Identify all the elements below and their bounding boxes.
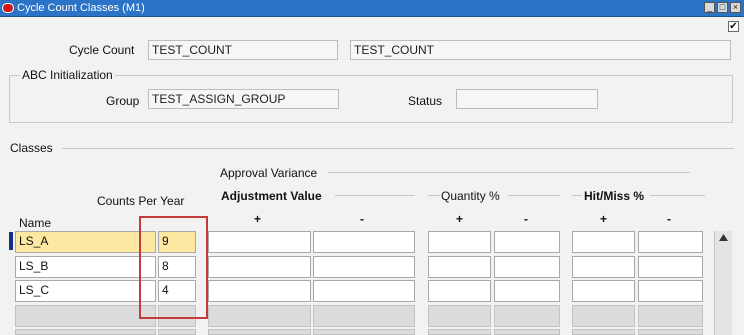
class-name-cell[interactable]: LS_A [15,231,156,253]
oracle-app-icon [2,3,14,13]
class-name-cell[interactable] [15,305,156,327]
current-record-indicator [9,232,13,250]
class-name-cell[interactable] [15,329,156,335]
counts-per-year-cell[interactable] [158,329,196,335]
quantity-pct-label: Quantity % [441,189,500,203]
adjustment-minus-cell[interactable] [313,256,415,278]
hitmiss-plus-cell[interactable] [572,280,635,302]
classes-section-label: Classes [10,141,53,155]
hitmiss-plus-cell[interactable] [572,256,635,278]
hitmiss-minus-cell[interactable] [638,305,703,327]
hitmiss-plus-cell[interactable] [572,231,635,253]
vertical-scrollbar[interactable] [714,231,732,335]
adjustment-value-divider [335,195,415,196]
quantity-plus-label: + [456,212,464,226]
quantity-divider-right [508,195,560,196]
cycle-count-description-field[interactable]: TEST_COUNT [350,40,731,60]
maximize-button[interactable]: □ [717,2,728,13]
adjustment-plus-cell[interactable] [208,231,311,253]
scroll-up-icon[interactable] [715,231,732,245]
adjustment-plus-label: + [254,212,262,226]
hitmiss-minus-cell[interactable] [638,256,703,278]
quantity-minus-label: - [524,212,528,226]
counts-per-year-label: Counts Per Year [97,194,185,208]
hitmiss-minus-cell[interactable] [638,329,703,335]
hitmiss-minus-cell[interactable] [638,280,703,302]
name-column-label: Name [19,216,52,230]
quantity-minus-cell[interactable] [494,329,560,335]
quantity-minus-cell[interactable] [494,256,560,278]
quantity-plus-cell[interactable] [428,305,491,327]
minimize-button[interactable]: _ [704,2,715,13]
status-field[interactable] [456,89,598,109]
group-field[interactable]: TEST_ASSIGN_GROUP [148,89,339,109]
adjustment-plus-cell[interactable] [208,256,311,278]
adjustment-minus-cell[interactable] [313,231,415,253]
cycle-count-field[interactable]: TEST_COUNT [148,40,338,60]
adjustment-minus-cell[interactable] [313,305,415,327]
adjustment-minus-cell[interactable] [313,329,415,335]
close-button[interactable]: × [730,2,741,13]
abc-initialization-label: ABC Initialization [20,68,115,82]
quantity-divider-left [428,195,440,196]
classes-divider [62,148,734,149]
hitmiss-plus-cell[interactable] [572,329,635,335]
adjustment-value-label: Adjustment Value [221,189,322,203]
window-title: Cycle Count Classes (M1) [17,2,145,14]
quantity-plus-cell[interactable] [428,280,491,302]
quantity-minus-cell[interactable] [494,280,560,302]
adjustment-minus-cell[interactable] [313,280,415,302]
hit-miss-pct-label: Hit/Miss % [584,189,645,203]
folder-checkbox[interactable]: ✔ [728,21,739,32]
hitmiss-minus-cell[interactable] [638,231,703,253]
quantity-plus-cell[interactable] [428,329,491,335]
hitmiss-minus-label: - [667,212,671,226]
class-name-cell[interactable]: LS_C [15,280,156,302]
adjustment-minus-label: - [360,212,364,226]
approval-variance-divider [328,172,690,173]
class-name-cell[interactable]: LS_B [15,256,156,278]
hitmiss-divider-left [572,195,582,196]
approval-variance-label: Approval Variance [220,166,318,180]
hitmiss-plus-cell[interactable] [572,305,635,327]
quantity-minus-cell[interactable] [494,305,560,327]
group-label: Group [106,94,140,108]
counts-per-year-highlight [139,216,208,319]
quantity-plus-cell[interactable] [428,231,491,253]
adjustment-plus-cell[interactable] [208,280,311,302]
quantity-minus-cell[interactable] [494,231,560,253]
adjustment-plus-cell[interactable] [208,329,311,335]
quantity-plus-cell[interactable] [428,256,491,278]
cycle-count-label: Cycle Count [69,43,135,57]
hitmiss-divider-right [650,195,705,196]
hitmiss-plus-label: + [600,212,608,226]
status-label: Status [408,94,443,108]
adjustment-plus-cell[interactable] [208,305,311,327]
